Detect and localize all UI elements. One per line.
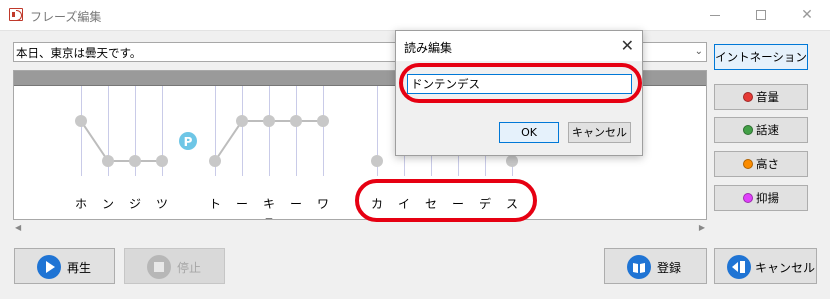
stop-icon bbox=[147, 255, 171, 279]
pitch-label: 高さ bbox=[756, 157, 779, 171]
intonation-button[interactable]: イントネーション bbox=[714, 44, 808, 70]
mora-label: ー bbox=[235, 197, 248, 211]
pitch-point[interactable] bbox=[236, 115, 248, 127]
mora-label: ト bbox=[208, 197, 221, 211]
mora-label: ワ bbox=[316, 197, 329, 211]
volume-button[interactable]: 音量 bbox=[714, 84, 808, 110]
pitch-point[interactable] bbox=[75, 115, 87, 127]
mora-label: ホ bbox=[74, 197, 87, 211]
mora-label: ン bbox=[101, 197, 114, 211]
pitch-point[interactable] bbox=[371, 155, 383, 167]
pause-marker-label: P bbox=[184, 135, 193, 149]
speed-icon bbox=[743, 125, 753, 135]
window-title: フレーズ編集 bbox=[30, 10, 102, 24]
pitch-line bbox=[80, 120, 162, 162]
dialog-title-bar: 読み編集 ✕ bbox=[396, 31, 642, 61]
pitch-point[interactable] bbox=[317, 115, 329, 127]
minimize-icon bbox=[710, 14, 720, 16]
pitch-icon bbox=[743, 159, 753, 169]
scroll-left-icon[interactable]: ◀ bbox=[15, 223, 21, 232]
pitch-point[interactable] bbox=[102, 155, 114, 167]
dialog-title: 読み編集 bbox=[404, 41, 453, 55]
pitch-point[interactable] bbox=[290, 115, 302, 127]
cancel-label: キャンセル bbox=[755, 261, 816, 275]
speed-label: 話速 bbox=[756, 123, 779, 137]
minimize-button[interactable] bbox=[692, 0, 738, 31]
inflection-button[interactable]: 抑揚 bbox=[714, 185, 808, 211]
exit-icon bbox=[727, 255, 751, 279]
maximize-icon bbox=[756, 10, 766, 20]
register-label: 登録 bbox=[657, 261, 682, 275]
app-sound-icon bbox=[9, 8, 23, 21]
cancel-button[interactable]: キャンセル bbox=[714, 248, 817, 284]
close-window-button[interactable]: ✕ bbox=[784, 0, 830, 31]
stop-button[interactable]: 停止 bbox=[124, 248, 225, 284]
pitch-point[interactable] bbox=[263, 115, 275, 127]
close-icon: ✕ bbox=[801, 7, 813, 23]
book-icon bbox=[627, 255, 651, 279]
pitch-point[interactable] bbox=[156, 155, 168, 167]
dropdown-arrow-icon[interactable]: ⌄ bbox=[695, 46, 703, 57]
pitch-point[interactable] bbox=[506, 155, 518, 167]
ok-button[interactable]: OK bbox=[499, 122, 559, 143]
play-label: 再生 bbox=[67, 261, 92, 275]
horizontal-scrollbar[interactable]: ◀ ▶ bbox=[13, 222, 707, 236]
scroll-right-icon[interactable]: ▶ bbox=[699, 223, 705, 232]
mora-label: キョ bbox=[262, 197, 275, 219]
dialog-cancel-button[interactable]: キャンセル bbox=[568, 122, 631, 143]
mora-label: ー bbox=[289, 197, 302, 211]
phrase-text: 本日、東京は曇天です。 bbox=[16, 46, 142, 60]
inflection-label: 抑揚 bbox=[756, 191, 779, 205]
title-bar: フレーズ編集 ✕ bbox=[0, 0, 830, 31]
maximize-button[interactable] bbox=[738, 0, 784, 31]
volume-icon bbox=[743, 92, 753, 102]
speed-button[interactable]: 話速 bbox=[714, 117, 808, 143]
mora-label: ジ bbox=[128, 197, 141, 211]
pitch-point[interactable] bbox=[129, 155, 141, 167]
volume-label: 音量 bbox=[756, 90, 779, 104]
annotation-ring-moras bbox=[355, 179, 537, 222]
mora-label: ツ bbox=[155, 197, 168, 211]
register-button[interactable]: 登録 bbox=[604, 248, 707, 284]
pitch-point[interactable] bbox=[209, 155, 221, 167]
play-icon bbox=[37, 255, 61, 279]
pitch-button[interactable]: 高さ bbox=[714, 151, 808, 177]
inflection-icon bbox=[743, 193, 753, 203]
dialog-close-icon[interactable]: ✕ bbox=[621, 36, 634, 55]
annotation-ring-input bbox=[399, 63, 642, 103]
play-button[interactable]: 再生 bbox=[14, 248, 115, 284]
stop-label: 停止 bbox=[177, 261, 202, 275]
